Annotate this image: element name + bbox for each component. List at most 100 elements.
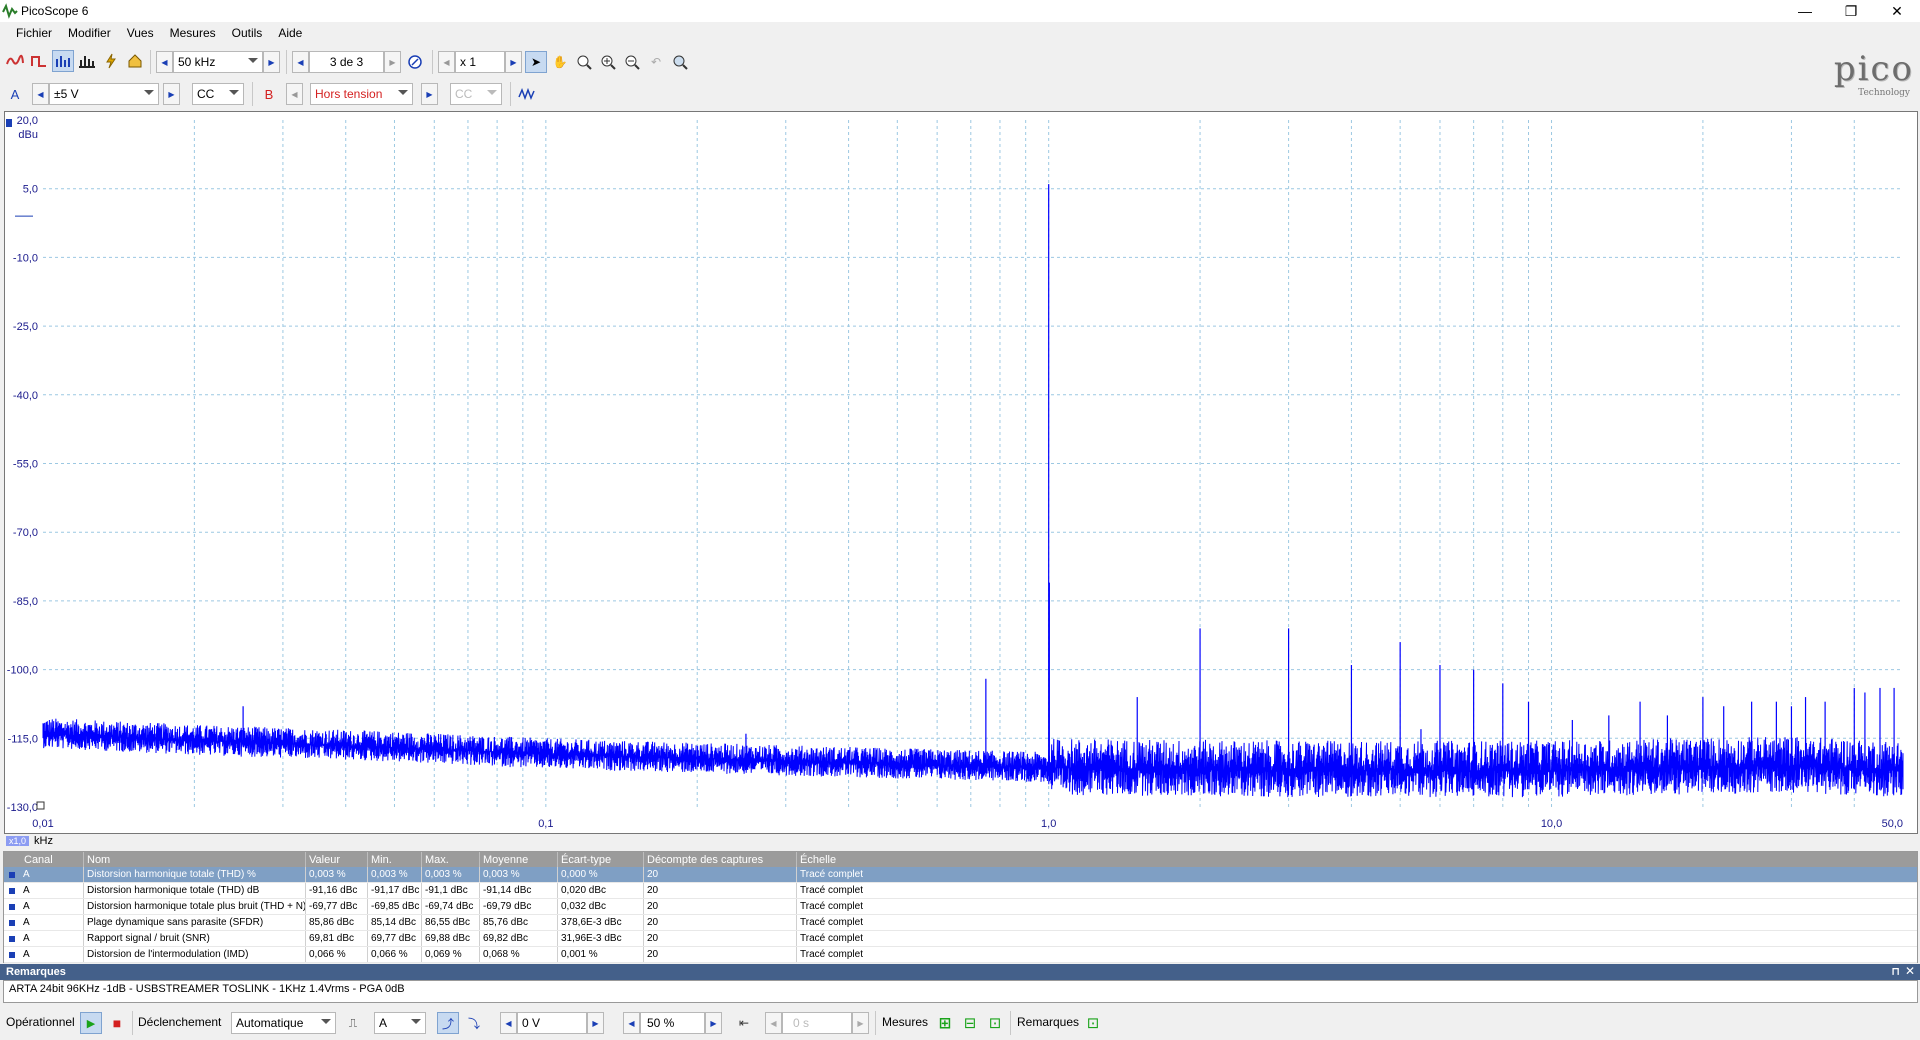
cell-valeur: 0,003 % [306, 867, 368, 882]
zoom-fit-icon[interactable] [669, 51, 691, 73]
hand-tool-icon[interactable]: ✋ [549, 51, 571, 73]
chevron-down-icon [248, 58, 258, 63]
post-trigger-delay-icon[interactable]: ⇤ [733, 1012, 755, 1034]
cell-valeur: 69,81 dBc [306, 931, 368, 946]
table-row[interactable]: A Distorsion harmonique totale (THD) % 0,0… [4, 867, 1917, 883]
close-button[interactable]: ✕ [1874, 0, 1920, 22]
buffer-navigator-icon[interactable] [404, 51, 426, 73]
signal-generator-icon[interactable] [516, 83, 538, 105]
persistence-mode-icon[interactable] [28, 50, 50, 72]
capture-prev-button[interactable]: ◀ [292, 51, 309, 73]
table-row[interactable]: A Plage dynamique sans parasite (SFDR) 85,… [4, 915, 1917, 931]
advanced-trigger-icon[interactable]: ⎍ [342, 1012, 364, 1034]
zoom-in-icon[interactable] [597, 51, 619, 73]
auto-setup-icon[interactable] [100, 50, 122, 72]
trigger-level-next-button[interactable]: ▶ [587, 1012, 604, 1034]
cell-decompte: 20 [644, 915, 797, 930]
pointer-tool-icon[interactable]: ➤ [525, 51, 547, 73]
col-moyenne[interactable]: Moyenne [480, 852, 558, 867]
cell-max: 0,069 % [422, 947, 480, 962]
zoom-out-icon[interactable] [621, 51, 643, 73]
channel-b-range-select[interactable]: Hors tension [310, 83, 413, 105]
rising-edge-icon[interactable]: ⤴ [437, 1012, 459, 1034]
x-tick-label: 1,0 [1041, 818, 1056, 830]
menu-modifier[interactable]: Modifier [60, 26, 119, 40]
edit-measure-icon[interactable]: ⊡ [984, 1012, 1006, 1034]
capture-next-button[interactable]: ▶ [384, 51, 401, 73]
start-icon[interactable]: ▶ [80, 1012, 102, 1034]
pretrigger-field[interactable]: 50 % [640, 1012, 705, 1034]
channel-b-coupling-select[interactable]: CC [450, 83, 502, 105]
menu-bar: Fichier Modifier Vues Mesures Outils Aid… [0, 22, 1920, 44]
delay-prev-button[interactable]: ◀ [765, 1012, 782, 1034]
add-measure-icon[interactable]: ⊞ [934, 1012, 956, 1034]
trigger-channel-select[interactable]: A [374, 1012, 426, 1034]
minimize-button[interactable]: — [1782, 0, 1828, 22]
capture-index-field[interactable]: 3 de 3 [309, 51, 384, 73]
spectrum-view[interactable]: 20,0 5,0 -10,0 -25,0 -40,0 -55,0 -70,0 -85,0 -10… [4, 111, 1918, 834]
col-max[interactable]: Max. [422, 852, 480, 867]
range-a-next-button[interactable]: ▶ [163, 83, 180, 105]
notes-toggle-icon[interactable]: ⊡ [1082, 1012, 1104, 1034]
channel-a-coupling-select[interactable]: CC [192, 83, 244, 105]
table-row[interactable]: A Distorsion de l'intermodulation (IMD) 0,… [4, 947, 1917, 963]
zoom-area-icon[interactable] [573, 51, 595, 73]
cell-decompte: 20 [644, 931, 797, 946]
y-tick-label: -55,0 [13, 459, 38, 471]
timebase-next-button[interactable]: ▶ [263, 51, 280, 73]
channel-a-options-button[interactable]: A [4, 83, 26, 105]
undo-zoom-icon[interactable]: ↶ [645, 51, 667, 73]
table-row[interactable]: A Distorsion harmonique totale plus bruit… [4, 899, 1917, 915]
menu-outils[interactable]: Outils [224, 26, 271, 40]
col-echelle[interactable]: Échelle [797, 852, 1917, 867]
stop-icon[interactable]: ■ [106, 1012, 128, 1034]
table-row[interactable]: A Rapport signal / bruit (SNR) 69,81 dBc 69… [4, 931, 1917, 947]
menu-aide[interactable]: Aide [270, 26, 310, 40]
pin-icon[interactable]: ⊓ [1891, 965, 1900, 978]
trigger-level-prev-button[interactable]: ◀ [500, 1012, 517, 1034]
trigger-level-field[interactable]: 0 V [517, 1012, 587, 1034]
falling-edge-icon[interactable]: ⤵ [463, 1012, 485, 1034]
cell-canal-text: A [23, 901, 30, 912]
channel-a-range-select[interactable]: ±5 V [49, 83, 159, 105]
spectrum-persistence-icon[interactable] [76, 50, 98, 72]
menu-fichier[interactable]: Fichier [8, 26, 60, 40]
close-icon[interactable]: ✕ [1905, 964, 1915, 978]
menu-mesures[interactable]: Mesures [162, 26, 224, 40]
timebase-prev-button[interactable]: ◀ [156, 51, 173, 73]
delay-next-button[interactable]: ▶ [852, 1012, 869, 1034]
window-title: PicoScope 6 [21, 4, 89, 18]
range-b-prev-button[interactable]: ◀ [286, 83, 303, 105]
home-icon[interactable] [124, 50, 146, 72]
menu-vues[interactable]: Vues [119, 26, 162, 40]
cell-moyenne: 0,003 % [480, 867, 558, 882]
trigger-mode-select[interactable]: Automatique [231, 1012, 336, 1034]
timebase-select[interactable]: 50 kHz [173, 51, 263, 73]
cell-max: -91,1 dBc [422, 883, 480, 898]
zoom-next-button[interactable]: ▶ [505, 51, 522, 73]
pretrigger-prev-button[interactable]: ◀ [623, 1012, 640, 1034]
restore-button[interactable]: ❐ [1828, 0, 1874, 22]
spectrum-chart[interactable]: 20,0 5,0 -10,0 -25,0 -40,0 -55,0 -70,0 -85,0 -10… [5, 112, 1917, 833]
table-row[interactable]: A Distorsion harmonique totale (THD) dB -9… [4, 883, 1917, 899]
range-a-prev-button[interactable]: ◀ [32, 83, 49, 105]
zoom-prev-button[interactable]: ◀ [438, 51, 455, 73]
col-ecart-type[interactable]: Écart-type [558, 852, 644, 867]
zoom-badge: x1,0 [6, 835, 30, 846]
cell-max: 69,88 dBc [422, 931, 480, 946]
remarks-text[interactable]: ARTA 24bit 96KHz -1dB - USBSTREAMER TOSL… [3, 980, 1918, 1003]
spectrum-mode-icon[interactable] [52, 50, 74, 72]
channel-b-options-button[interactable]: B [258, 83, 280, 105]
col-nom[interactable]: Nom [84, 852, 306, 867]
col-canal[interactable]: Canal [4, 852, 84, 867]
pretrigger-next-button[interactable]: ▶ [705, 1012, 722, 1034]
cell-decompte: 20 [644, 947, 797, 962]
col-min[interactable]: Min. [368, 852, 422, 867]
col-decompte[interactable]: Décompte des captures [644, 852, 797, 867]
zoom-factor-field[interactable]: x 1 [455, 51, 505, 73]
delay-field[interactable]: 0 s [782, 1012, 852, 1034]
scope-mode-icon[interactable] [4, 50, 26, 72]
range-b-next-button[interactable]: ▶ [421, 83, 438, 105]
col-valeur[interactable]: Valeur [306, 852, 368, 867]
remove-measure-icon[interactable]: ⊟ [959, 1012, 981, 1034]
